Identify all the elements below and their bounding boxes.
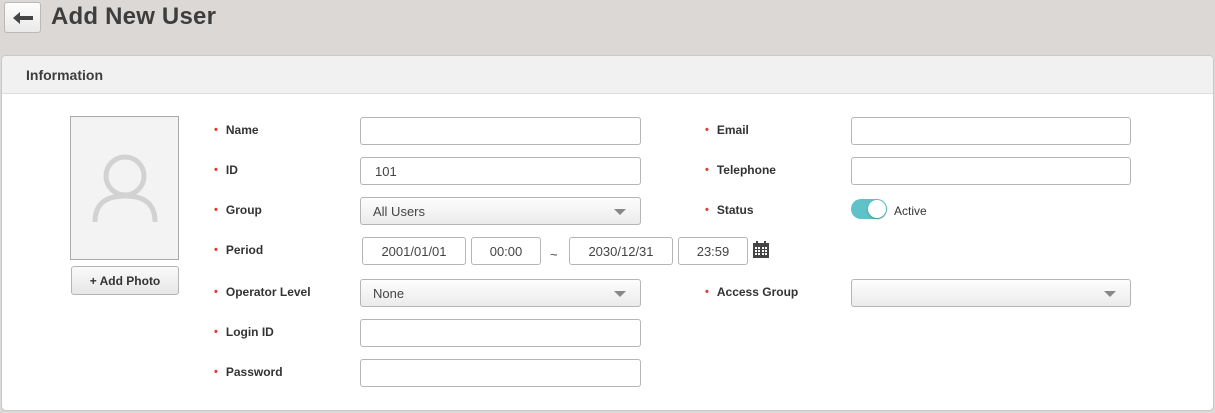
required-marker: •: [214, 204, 218, 216]
user-silhouette-icon: [92, 154, 157, 223]
operator-level-select[interactable]: None: [360, 279, 641, 307]
required-marker: •: [705, 204, 709, 216]
period-start-date-input[interactable]: [362, 237, 466, 265]
required-marker: •: [705, 164, 709, 176]
id-label: • ID: [214, 163, 238, 177]
password-label: • Password: [214, 365, 283, 379]
arrow-left-icon: [12, 11, 33, 24]
add-photo-button[interactable]: + Add Photo: [71, 266, 179, 295]
page-title: Add New User: [51, 3, 217, 30]
back-button[interactable]: [4, 2, 41, 33]
period-separator: ~: [550, 247, 558, 262]
group-select[interactable]: All Users: [360, 197, 641, 225]
name-input[interactable]: [360, 117, 641, 145]
chevron-down-icon: [614, 209, 626, 215]
login-id-input[interactable]: [360, 319, 641, 347]
calendar-icon[interactable]: [753, 241, 769, 258]
required-marker: •: [214, 326, 218, 338]
operator-level-label: • Operator Level: [214, 285, 311, 299]
period-label: • Period: [214, 243, 264, 257]
panel-title: Information: [26, 67, 103, 83]
required-marker: •: [214, 124, 218, 136]
email-input[interactable]: [851, 117, 1131, 145]
panel-header: Information: [2, 56, 1213, 94]
status-toggle[interactable]: [851, 199, 887, 219]
id-input[interactable]: [360, 157, 641, 185]
name-label: • Name: [214, 123, 259, 137]
login-id-label: • Login ID: [214, 325, 274, 339]
required-marker: •: [214, 366, 218, 378]
telephone-input[interactable]: [851, 157, 1131, 185]
period-start-time-input[interactable]: [471, 237, 541, 265]
required-marker: •: [214, 244, 218, 256]
telephone-label: • Telephone: [705, 163, 776, 177]
period-end-time-input[interactable]: [678, 237, 748, 265]
required-marker: •: [214, 286, 218, 298]
page-header: Add New User: [0, 0, 1215, 48]
access-group-label: • Access Group: [705, 285, 799, 299]
status-label: • Status: [705, 203, 754, 217]
chevron-down-icon: [1104, 291, 1116, 297]
email-label: • Email: [705, 123, 749, 137]
required-marker: •: [705, 124, 709, 136]
required-marker: •: [214, 164, 218, 176]
chevron-down-icon: [614, 291, 626, 297]
access-group-select[interactable]: [851, 279, 1131, 307]
photo-placeholder: [70, 116, 179, 260]
group-label: • Group: [214, 203, 262, 217]
information-panel: Information + Add Photo • Name • ID • Group…: [1, 55, 1214, 411]
status-value: Active: [894, 204, 927, 218]
operator-level-select-value: None: [373, 286, 405, 301]
group-select-value: All Users: [373, 204, 426, 219]
period-end-date-input[interactable]: [569, 237, 673, 265]
required-marker: •: [705, 286, 709, 298]
toggle-knob: [868, 200, 886, 218]
password-input[interactable]: [360, 359, 641, 387]
